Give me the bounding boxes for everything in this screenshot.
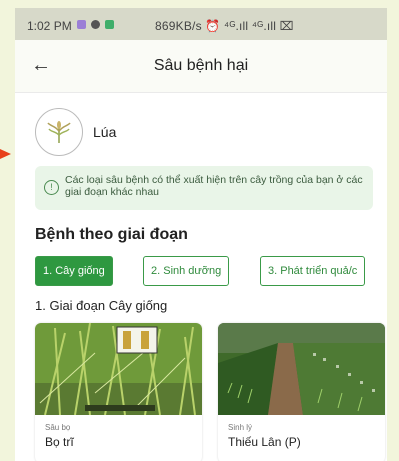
app-bar: ← Sâu bệnh hại	[15, 40, 387, 93]
tab-fruiting[interactable]: 3. Phát triển quả/c	[260, 256, 366, 286]
info-icon: !	[44, 180, 59, 195]
card-category: Sinh lý	[228, 423, 253, 432]
status-time: 1:02 PM	[27, 19, 72, 33]
stage-tabs: 1. Cây giống 2. Sinh dưỡng 3. Phát triển…	[35, 256, 387, 288]
crop-name: Lúa	[93, 124, 117, 140]
stage-title: 1. Giai đoạn Cây giống	[35, 298, 168, 313]
tab-seedling[interactable]: 1. Cây giống	[35, 256, 113, 286]
info-banner: ! Các loại sâu bệnh có thể xuất hiện trê…	[35, 166, 373, 210]
rice-icon	[35, 108, 83, 156]
tab-vegetative[interactable]: 2. Sinh dưỡng	[143, 256, 230, 286]
phone-screen: 1:02 PM 869KB/s ⏰ ⁴ᴳ.ıll ⁴ᴳ.ıll ⌧ ← Sâu …	[15, 8, 387, 461]
card-category: Sâu bọ	[45, 423, 71, 432]
dot-icon	[91, 20, 100, 29]
card-name: Bọ trĩ	[45, 435, 74, 449]
page-title: Sâu bệnh hại	[153, 57, 249, 74]
network-status: 869KB/s ⏰ ⁴ᴳ.ıll ⁴ᴳ.ıll ⌧	[155, 19, 294, 33]
section-title: Bệnh theo giai đoạn	[35, 226, 188, 243]
phosphorus-photo	[218, 323, 385, 415]
card-name: Thiếu Lân (P)	[228, 435, 301, 449]
pointer-arrow-icon	[0, 149, 11, 159]
app-icon	[105, 20, 114, 29]
notification-icon	[77, 20, 86, 29]
info-text: Các loại sâu bệnh có thể xuất hiện trên …	[65, 174, 363, 198]
crop-selector[interactable]: Lúa	[35, 108, 116, 156]
pest-card-thrips[interactable]: Sâu bọ Bọ trĩ	[35, 323, 202, 461]
thrips-photo	[35, 323, 202, 416]
pest-card-phosphorus[interactable]: Sinh lý Thiếu Lân (P)	[218, 323, 385, 461]
status-bar: 1:02 PM 869KB/s ⏰ ⁴ᴳ.ıll ⁴ᴳ.ıll ⌧	[15, 8, 387, 40]
